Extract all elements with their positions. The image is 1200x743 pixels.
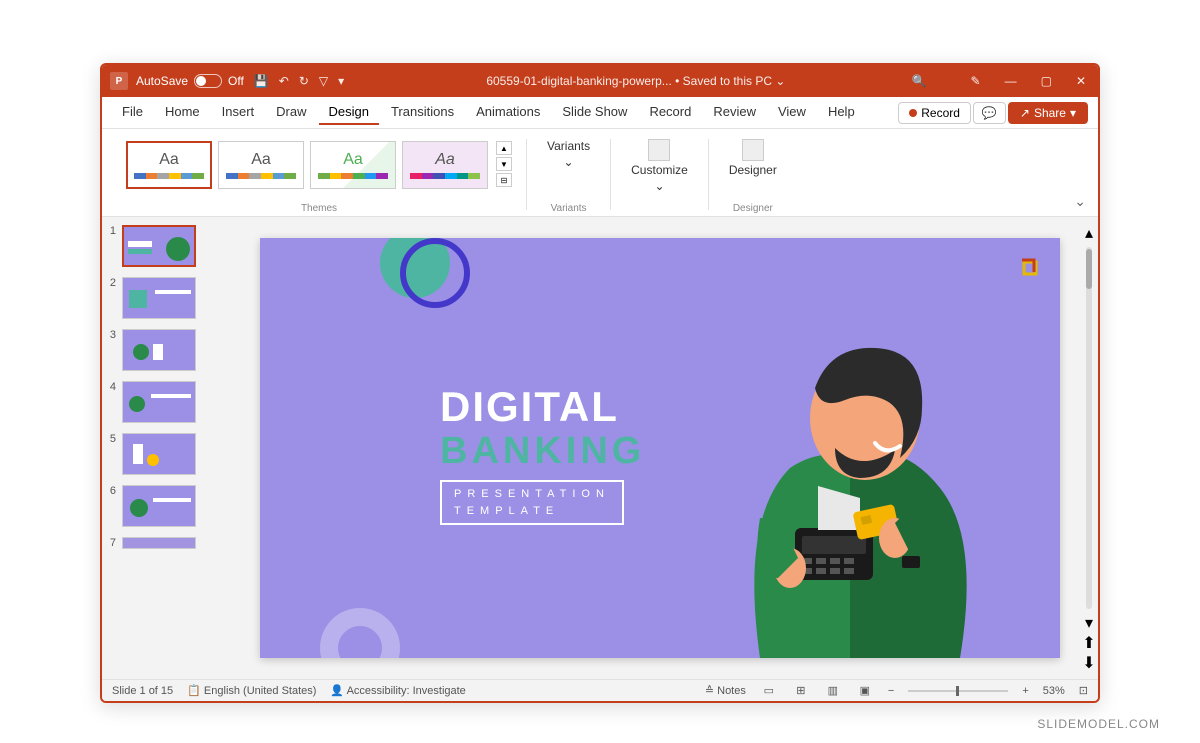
minimize-icon[interactable]: — bbox=[1001, 72, 1021, 90]
slide-thumb-1[interactable] bbox=[122, 225, 196, 267]
tab-view[interactable]: View bbox=[768, 100, 816, 125]
filename[interactable]: 60559-01-digital-banking-powerp... • Sav… bbox=[360, 74, 911, 88]
scroll-up-icon[interactable]: ▴ bbox=[1085, 223, 1093, 243]
slide-canvas[interactable]: DIGITAL BANKING PRESENTATION TEMPLATE bbox=[260, 238, 1060, 658]
tab-home[interactable]: Home bbox=[155, 100, 210, 125]
scroll-down-icon[interactable]: ▾ bbox=[1085, 613, 1093, 633]
prev-slide-icon[interactable]: ⬆ bbox=[1082, 633, 1095, 653]
qat-dropdown-icon[interactable]: ▾ bbox=[338, 74, 344, 88]
zoom-slider[interactable] bbox=[908, 690, 1008, 692]
close-icon[interactable]: ✕ bbox=[1072, 72, 1090, 90]
autosave-state: Off bbox=[228, 74, 244, 88]
record-button[interactable]: Record bbox=[898, 102, 971, 124]
customize-icon bbox=[648, 139, 670, 161]
designer-group: Designer Designer bbox=[709, 133, 797, 216]
slide-title-1[interactable]: DIGITAL bbox=[440, 383, 619, 431]
theme-thumb-2[interactable]: Aa bbox=[218, 141, 304, 189]
tab-transitions[interactable]: Transitions bbox=[381, 100, 464, 125]
app-window: P AutoSave Off 💾 ↶ ↻ ▽ ▾ 60559-01-digita… bbox=[100, 63, 1100, 703]
app-icon: P bbox=[110, 72, 128, 90]
share-button[interactable]: ↗ Share ▾ bbox=[1008, 102, 1088, 124]
customize-group: Customize ⌄ bbox=[611, 133, 708, 216]
customize-button[interactable]: Customize ⌄ bbox=[625, 137, 694, 195]
theme-thumb-1[interactable]: Aa bbox=[126, 141, 212, 189]
sorter-view-icon[interactable]: ⊞ bbox=[792, 684, 810, 698]
redo-icon[interactable]: ↻ bbox=[299, 74, 309, 88]
autosave-label: AutoSave bbox=[136, 74, 188, 88]
start-slideshow-icon[interactable]: ▽ bbox=[319, 74, 328, 88]
titlebar: P AutoSave Off 💾 ↶ ↻ ▽ ▾ 60559-01-digita… bbox=[102, 65, 1098, 97]
theme-gallery-scroll: ▲ ▼ ⊟ bbox=[496, 137, 512, 187]
tab-design[interactable]: Design bbox=[319, 100, 379, 125]
variants-button[interactable]: Variants ⌄ bbox=[541, 137, 596, 171]
gallery-more-icon[interactable]: ⊟ bbox=[496, 173, 512, 187]
slide-thumb-6[interactable] bbox=[122, 485, 196, 527]
slide-counter[interactable]: Slide 1 of 15 bbox=[112, 685, 173, 697]
themes-label: Themes bbox=[301, 203, 337, 214]
tab-help[interactable]: Help bbox=[818, 100, 865, 125]
theme-gallery: Aa Aa Aa Aa bbox=[126, 137, 488, 189]
filename-dropdown-icon: ⌄ bbox=[775, 74, 785, 88]
workspace: 1 2 3 4 5 6 7 DIGITAL BANKING PRESENTATI… bbox=[102, 217, 1098, 679]
accessibility-indicator[interactable]: 👤 Accessibility: Investigate bbox=[330, 684, 465, 697]
collapse-ribbon-icon[interactable]: ⌄ bbox=[1074, 193, 1086, 210]
designer-button[interactable]: Designer bbox=[723, 137, 783, 179]
comments-button[interactable]: 💬 bbox=[973, 102, 1006, 124]
slide-thumb-2[interactable] bbox=[122, 277, 196, 319]
zoom-in-icon[interactable]: + bbox=[1022, 685, 1028, 697]
scroll-thumb[interactable] bbox=[1086, 249, 1092, 289]
quick-access-toolbar: 💾 ↶ ↻ ▽ ▾ bbox=[254, 74, 344, 88]
tab-insert[interactable]: Insert bbox=[212, 100, 265, 125]
gallery-up-icon[interactable]: ▲ bbox=[496, 141, 512, 155]
pencil-icon[interactable]: ✎ bbox=[967, 72, 985, 90]
zoom-out-icon[interactable]: − bbox=[888, 685, 894, 697]
window-controls: ✎ — ▢ ✕ bbox=[967, 72, 1090, 90]
slide-illustration[interactable] bbox=[700, 318, 1000, 658]
slide-thumb-7[interactable] bbox=[122, 537, 196, 549]
decor-ring-bottom bbox=[320, 608, 400, 658]
slideshow-view-icon[interactable]: ▣ bbox=[856, 684, 874, 698]
autosave-toggle[interactable] bbox=[194, 74, 222, 88]
variants-group: Variants ⌄ Variants bbox=[527, 133, 610, 216]
zoom-level[interactable]: 53% bbox=[1043, 685, 1065, 697]
reading-view-icon[interactable]: ▥ bbox=[824, 684, 842, 698]
statusbar: Slide 1 of 15 📋 English (United States) … bbox=[102, 679, 1098, 701]
next-slide-icon[interactable]: ⬇ bbox=[1082, 653, 1095, 673]
fit-to-window-icon[interactable]: ⊡ bbox=[1079, 684, 1088, 697]
tab-file[interactable]: File bbox=[112, 100, 153, 125]
ribbon: Aa Aa Aa Aa bbox=[102, 129, 1098, 217]
chevron-down-icon: ⌄ bbox=[654, 179, 664, 193]
gallery-down-icon[interactable]: ▼ bbox=[496, 157, 512, 171]
language-indicator[interactable]: 📋 English (United States) bbox=[187, 684, 316, 697]
decor-ring bbox=[400, 238, 470, 308]
slide-thumbnails-panel[interactable]: 1 2 3 4 5 6 7 bbox=[102, 217, 222, 679]
slide-title-2[interactable]: BANKING bbox=[440, 430, 645, 473]
theme-thumb-3[interactable]: Aa bbox=[310, 141, 396, 189]
slide-canvas-area: DIGITAL BANKING PRESENTATION TEMPLATE bbox=[222, 217, 1098, 679]
tab-slideshow[interactable]: Slide Show bbox=[552, 100, 637, 125]
theme-thumb-4[interactable]: Aa bbox=[402, 141, 488, 189]
chevron-down-icon: ⌄ bbox=[564, 155, 574, 169]
designer-icon bbox=[742, 139, 764, 161]
watermark: SLIDEMODEL.COM bbox=[1037, 717, 1160, 731]
slide-subtitle[interactable]: PRESENTATION TEMPLATE bbox=[440, 480, 624, 525]
tab-record[interactable]: Record bbox=[639, 100, 701, 125]
normal-view-icon[interactable]: ▭ bbox=[760, 684, 778, 698]
search-icon[interactable]: 🔍 bbox=[912, 74, 927, 88]
tab-animations[interactable]: Animations bbox=[466, 100, 550, 125]
slide-thumb-4[interactable] bbox=[122, 381, 196, 423]
tab-review[interactable]: Review bbox=[703, 100, 766, 125]
undo-icon[interactable]: ↶ bbox=[279, 74, 289, 88]
notes-button[interactable]: ≙ Notes bbox=[705, 684, 746, 697]
slide-thumb-3[interactable] bbox=[122, 329, 196, 371]
themes-group: Aa Aa Aa Aa bbox=[112, 133, 526, 216]
canvas-scrollbar[interactable]: ▴ ▾ ⬆ ⬇ bbox=[1082, 217, 1096, 679]
menubar: File Home Insert Draw Design Transitions… bbox=[102, 97, 1098, 129]
save-icon[interactable]: 💾 bbox=[254, 74, 269, 88]
autosave-control[interactable]: AutoSave Off bbox=[136, 74, 244, 88]
slide-thumb-5[interactable] bbox=[122, 433, 196, 475]
tab-draw[interactable]: Draw bbox=[266, 100, 316, 125]
decor-accent-icon bbox=[1020, 258, 1040, 278]
maximize-icon[interactable]: ▢ bbox=[1037, 72, 1056, 90]
